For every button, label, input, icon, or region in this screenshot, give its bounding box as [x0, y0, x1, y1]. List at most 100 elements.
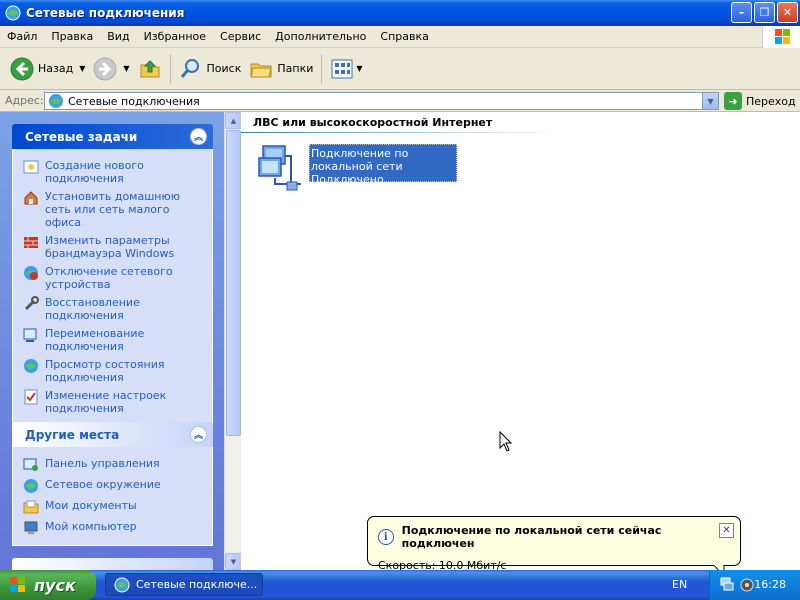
views-icon [331, 59, 353, 78]
balloon-close-button[interactable]: ✕ [719, 523, 734, 538]
minimize-button[interactable]: – [731, 2, 752, 23]
maximize-button[interactable]: ❐ [754, 2, 775, 23]
rename-icon [23, 328, 37, 342]
menu-advanced[interactable]: Дополнительно [268, 30, 373, 43]
window-title: Сетевые подключения [26, 6, 185, 20]
network-connections-icon [114, 577, 130, 592]
task-firewall-settings[interactable]: Изменить параметры брандмауэра Windows [13, 232, 212, 263]
forward-button[interactable]: ▼ [89, 52, 133, 86]
control-panel-icon [23, 458, 38, 471]
menu-view[interactable]: Вид [100, 30, 136, 43]
go-button[interactable]: ➜ Переход [724, 92, 796, 110]
lan-connection-item[interactable]: Подключение по локальной сети Подключено [257, 144, 457, 194]
home-network-icon [24, 191, 38, 205]
toolbar-separator [321, 53, 323, 84]
windows-logo [762, 26, 800, 48]
place-network-neighborhood[interactable]: Сетевое окружение [13, 476, 212, 497]
folders-icon [250, 63, 272, 77]
toolbar-separator [169, 53, 171, 84]
clock[interactable]: 16:28 [754, 578, 786, 591]
menu-tools[interactable]: Сервис [213, 30, 268, 43]
menu-favorites[interactable]: Избранное [137, 30, 213, 43]
group-divider [241, 132, 561, 133]
go-label: Переход [746, 94, 796, 108]
menu-edit[interactable]: Правка [44, 30, 100, 43]
address-label: Адрес: [5, 94, 44, 107]
details-header[interactable] [12, 558, 213, 570]
back-dropdown-icon[interactable]: ▼ [79, 64, 85, 73]
task-view-status[interactable]: Просмотр состояния подключения [13, 356, 212, 387]
address-value: Сетевые подключения [68, 94, 200, 108]
balloon-title: Подключение по локальной сети сейчас под… [401, 524, 662, 550]
search-label: Поиск [206, 62, 242, 75]
scroll-thumb[interactable] [226, 130, 241, 436]
views-dropdown-icon[interactable]: ▼ [356, 64, 362, 73]
notification-balloon[interactable]: i Подключение по локальной сети сейчас п… [367, 516, 741, 572]
network-tasks-header[interactable]: Сетевые задачи ︽ [12, 124, 213, 149]
toolbar: Назад ▼ ▼ Поиск Папки ▼ [0, 48, 800, 90]
repair-icon [24, 296, 39, 311]
mouse-cursor-icon [499, 431, 513, 452]
scroll-down-button[interactable]: ▼ [225, 553, 242, 570]
task-repair-connection[interactable]: Восстановление подключения [13, 294, 212, 325]
up-button[interactable] [134, 52, 166, 86]
task-disable-device[interactable]: Отключение сетевого устройства [13, 263, 212, 294]
my-documents-icon [23, 500, 39, 514]
place-my-documents[interactable]: Мои документы [13, 497, 212, 518]
language-indicator[interactable]: EN [672, 578, 687, 591]
file-view: ЛВС или высокоскоростной Интернет Подклю… [241, 112, 800, 570]
forward-dropdown-icon[interactable]: ▼ [123, 64, 129, 73]
back-arrow-icon [10, 57, 34, 80]
task-create-connection[interactable]: Создание нового подключения [13, 157, 212, 188]
disable-network-icon [24, 266, 38, 280]
task-link-label: Отключение сетевого устройства [45, 265, 173, 291]
folders-label: Папки [277, 62, 314, 75]
back-label: Назад [38, 62, 74, 75]
scroll-up-button[interactable]: ▲ [225, 112, 242, 129]
menu-help[interactable]: Справка [373, 30, 435, 43]
network-tray-icon[interactable] [719, 577, 735, 593]
connection-status: Подключено [311, 173, 384, 186]
network-places-icon [24, 479, 38, 493]
network-connections-icon [49, 94, 63, 108]
taskbar-window-button[interactable]: Сетевые подключе... [105, 573, 263, 596]
search-button[interactable]: Поиск [175, 52, 246, 86]
search-icon [180, 58, 199, 78]
folders-button[interactable]: Папки [245, 52, 317, 86]
other-places-header[interactable]: Другие места ︽ [12, 422, 213, 447]
chevron-up-icon: ▲ [230, 116, 237, 125]
volume-tray-icon[interactable] [739, 577, 755, 593]
network-connections-icon [5, 5, 21, 21]
task-change-settings[interactable]: Изменение настроек подключения [13, 387, 212, 418]
start-button[interactable]: пуск [0, 570, 96, 600]
task-link-label: Установить домашнюю сеть или сеть малого… [45, 190, 180, 229]
place-control-panel[interactable]: Панель управления [13, 455, 212, 476]
title-bar: Сетевые подключения – ❐ ✕ [0, 0, 800, 26]
back-button[interactable]: Назад ▼ [6, 52, 89, 86]
task-home-network[interactable]: Установить домашнюю сеть или сеть малого… [13, 188, 212, 232]
address-dropdown-button[interactable]: ▼ [702, 93, 718, 109]
close-icon: ✕ [722, 525, 731, 536]
task-pane: Сетевые задачи ︽ Создание нового подключ… [0, 112, 224, 570]
chevron-down-icon: ▼ [230, 557, 237, 566]
address-input[interactable]: Сетевые подключения ▼ [44, 92, 719, 110]
new-connection-icon [23, 160, 39, 174]
views-button[interactable]: ▼ [326, 52, 366, 86]
place-my-computer[interactable]: Мой компьютер [13, 518, 212, 539]
task-link-label: Восстановление подключения [45, 296, 140, 322]
task-link-label: Изменение настроек подключения [45, 389, 167, 415]
collapse-icon[interactable]: ︽ [190, 426, 207, 443]
collapse-icon[interactable]: ︽ [190, 128, 207, 145]
close-button[interactable]: ✕ [777, 2, 798, 23]
menu-file[interactable]: Файл [0, 30, 44, 43]
forward-arrow-icon [93, 57, 117, 80]
other-places-title: Другие места [25, 427, 120, 442]
task-link-label: Панель управления [45, 457, 160, 470]
network-tasks-title: Сетевые задачи [25, 129, 138, 144]
windows-flag-icon [10, 577, 25, 592]
task-link-label: Мои документы [45, 499, 137, 512]
task-pane-scrollbar[interactable]: ▲ ▼ [224, 112, 242, 570]
task-rename-connection[interactable]: Переименование подключения [13, 325, 212, 356]
network-tasks-panel: Сетевые задачи ︽ Создание нового подключ… [12, 124, 213, 425]
lan-connection-label: Подключение по локальной сети Подключено [309, 144, 457, 186]
